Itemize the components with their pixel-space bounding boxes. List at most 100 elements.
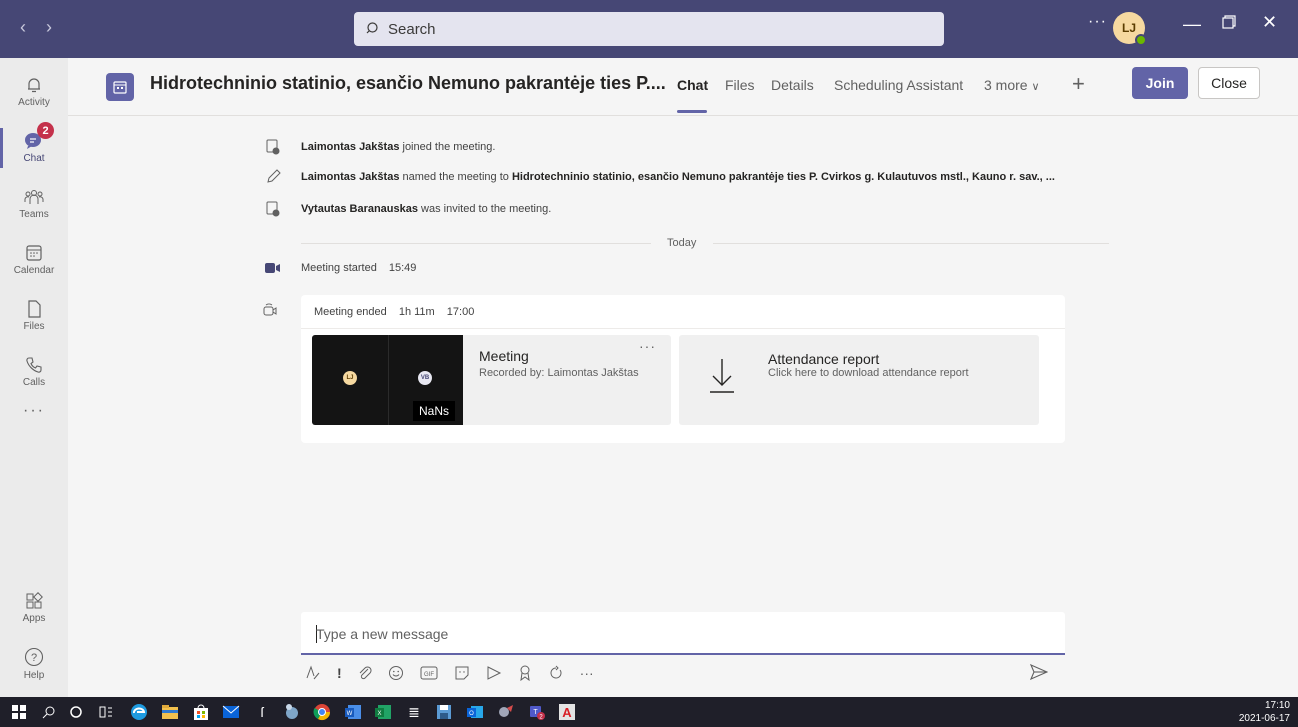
meeting-started-label: Meeting started [301,262,377,274]
user-avatar[interactable]: LJ [1113,12,1147,46]
meeting-ended-card: Meeting ended 1h 11m 17:00 LJ VB NaNs Me… [301,295,1065,443]
recording-thumbnail[interactable]: LJ VB NaNs [312,335,463,425]
event-actor: Laimontas Jakštas [301,171,400,183]
svg-text:O: O [469,711,474,717]
rail-item-calendar[interactable]: Calendar [0,232,68,288]
tab-files[interactable]: Files [725,77,755,93]
attach-icon[interactable] [358,665,372,681]
tab-details[interactable]: Details [771,77,814,93]
rail-label: Calendar [13,265,55,276]
taskbar-search-icon[interactable] [40,703,58,721]
mail-icon[interactable] [222,703,240,721]
recording-title: Meeting [479,348,529,364]
bell-icon [28,78,40,93]
sticker-icon[interactable] [454,665,470,681]
edge-icon[interactable] [130,703,148,721]
forward-arrow-icon[interactable]: › [46,17,52,38]
svg-text:GIF: GIF [424,672,434,678]
presence-status-icon [1135,34,1147,46]
event-invited: Vytautas Baranauskas was invited to the … [262,201,551,217]
tab-chat[interactable]: Chat [677,77,708,93]
acrobat-icon[interactable]: A [558,703,576,721]
event-meeting-started: Meeting started 15:49 [262,262,416,274]
attendance-report-subtitle: Click here to download attendance report [768,367,969,379]
attendance-report-title: Attendance report [768,351,880,367]
tab-more[interactable]: 3 more ∨ [984,77,1040,93]
tab-scheduling-assistant[interactable]: Scheduling Assistant [834,77,963,93]
back-arrow-icon[interactable]: ‹ [20,17,26,38]
search-icon [366,22,378,34]
cortana-icon[interactable] [67,703,85,721]
divider-line [301,243,651,244]
app-icon[interactable]: ſ [253,703,271,721]
rail-item-apps[interactable]: Apps [0,580,68,636]
teams-icon [24,190,44,204]
recording-tile[interactable]: LJ VB NaNs Meeting Recorded by: Laimonta… [312,335,671,425]
video-camera-outline-icon [262,303,278,324]
event-actor: Laimontas Jakštas [301,141,400,153]
add-tab-icon[interactable]: + [1072,71,1085,97]
event-actor: Vytautas Baranauskas [301,203,418,215]
excel-icon[interactable]: X [374,703,392,721]
gif-icon[interactable]: GIF [420,666,438,680]
event-joined: Laimontas Jakštas joined the meeting. [262,139,495,155]
search-input[interactable]: Search [354,12,944,46]
rail-label: Apps [22,613,46,624]
app-rail: Activity 2 Chat Teams Calendar Files Cal… [0,58,68,697]
meeting-started-time: 15:49 [388,262,417,274]
store-icon[interactable] [192,703,210,721]
app-icon[interactable] [497,703,515,721]
recording-more-icon[interactable]: ··· [639,338,656,354]
meeting-ended-header: Meeting ended 1h 11m 17:00 [314,306,483,318]
rail-item-activity[interactable]: Activity [0,64,68,120]
task-view-icon[interactable] [97,703,115,721]
close-window-icon[interactable]: ✕ [1262,12,1277,33]
avatar-initials: LJ [1121,21,1136,35]
event-renamed: Laimontas Jakštas named the meeting to H… [262,169,1055,185]
pencil-icon [262,169,284,185]
meeting-join-icon [262,139,284,155]
more-apps-icon[interactable]: ··· [0,402,68,420]
meeting-ended-time: 17:00 [446,306,475,318]
calendar-icon [26,245,42,261]
rail-label: Teams [19,209,49,220]
thumbnail-divider [388,335,389,425]
attendance-report-tile[interactable]: Attendance report Click here to download… [679,335,1039,425]
rail-item-teams[interactable]: Teams [0,176,68,232]
chrome-icon[interactable] [313,703,331,721]
join-button[interactable]: Join [1132,67,1188,99]
file-explorer-icon[interactable] [161,703,179,721]
send-icon[interactable] [1029,663,1049,685]
windows-start-icon[interactable] [10,703,28,721]
meet-now-icon[interactable] [486,666,502,680]
loop-icon[interactable] [548,665,564,681]
system-clock[interactable]: 17:10 2021-06-17 [1239,699,1290,725]
save-app-icon[interactable] [435,703,453,721]
rail-item-files[interactable]: Files [0,288,68,344]
teams-taskbar-icon[interactable]: T2 [528,703,546,721]
outlook-icon[interactable]: O [466,703,484,721]
tab-more-label: 3 more [984,77,1028,93]
format-icon[interactable] [305,665,321,681]
minimize-icon[interactable]: — [1183,14,1201,35]
app-icon[interactable]: ≣ [405,703,423,721]
rail-item-chat[interactable]: 2 Chat [0,120,68,176]
more-options-icon[interactable]: ··· [580,665,594,681]
more-options-icon[interactable]: ··· [1088,13,1107,31]
important-icon[interactable]: ! [337,665,342,681]
card-divider [301,328,1065,329]
message-compose-box[interactable]: Type a new message [301,612,1065,655]
rail-item-calls[interactable]: Calls [0,344,68,400]
event-meeting-name: Hidrotechninio statinio, esančio Nemuno … [511,171,1055,183]
maximize-icon[interactable] [1222,13,1236,34]
praise-icon[interactable] [518,665,532,681]
emoji-icon[interactable] [388,665,404,681]
word-icon[interactable]: W [344,703,362,721]
recording-subtitle: Recorded by: Laimontas Jakštas [479,367,639,379]
close-button[interactable]: Close [1198,67,1260,99]
app-icon[interactable] [283,703,301,721]
unread-badge: 2 [37,122,54,139]
rail-item-help[interactable]: ? Help [0,636,68,692]
search-placeholder: Search [388,20,436,38]
rail-label: Chat [23,153,45,164]
